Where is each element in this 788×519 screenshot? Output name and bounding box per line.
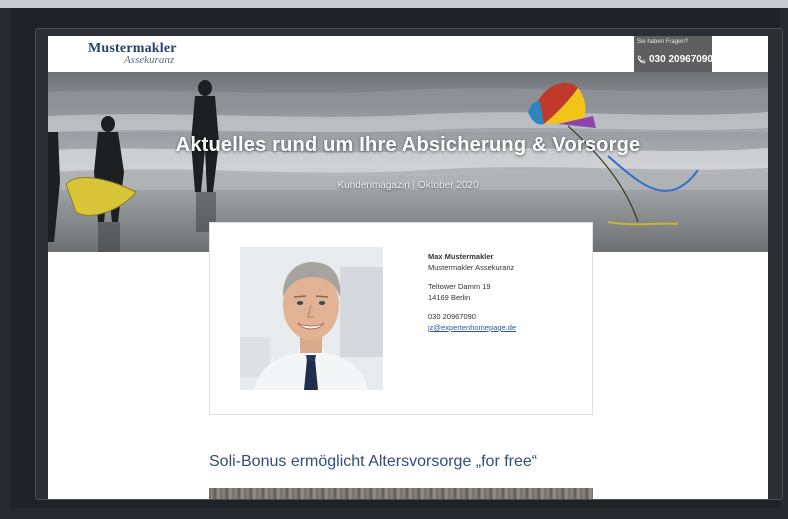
site-header: Mustermakler Assekuranz Sie haben Fragen… [48,36,768,72]
brand-logo[interactable]: Mustermakler Assekuranz [88,42,177,66]
agent-name: Max Mustermakler [428,252,494,261]
newsletter-screen: Mustermakler Assekuranz Sie haben Fragen… [48,36,768,499]
logo-sub-text: Assekuranz [124,54,175,66]
article-image[interactable] [209,488,593,499]
frame-top-edge [0,0,788,8]
agent-phone[interactable]: 030 20967090 [428,311,516,322]
agent-email-link[interactable]: jz@expertenhomepage.de [428,323,516,332]
agent-photo [240,247,383,390]
contact-phone-number: 030 20967090 [649,54,713,65]
agent-card: Max Mustermakler Mustermakler Assekuranz… [209,222,593,415]
device-frame: Mustermakler Assekuranz Sie haben Fragen… [0,0,788,519]
agent-portrait-illustration [240,247,383,390]
article-title[interactable]: Soli-Bonus ermöglicht Altersvorsorge „fo… [209,453,537,471]
wave-band-1 [48,88,768,108]
hero-title: Aktuelles rund um Ihre Absicherung & Vor… [175,134,641,156]
contact-phone[interactable]: 030 20967090 [637,54,713,65]
agent-street: Teltower Damm 19 [428,282,491,291]
agent-contact-info: Max Mustermakler Mustermakler Assekuranz… [428,251,516,333]
phone-icon [637,55,646,64]
contact-question: Sie haben Fragen? [637,39,689,45]
hero-subtitle: Kundenmagazin | Oktober 2020 [337,180,479,191]
agent-city: 14169 Berlin [428,293,471,302]
agent-company: Mustermakler Assekuranz [428,263,515,272]
contact-box[interactable]: Sie haben Fragen? 030 20967090 [634,36,713,72]
